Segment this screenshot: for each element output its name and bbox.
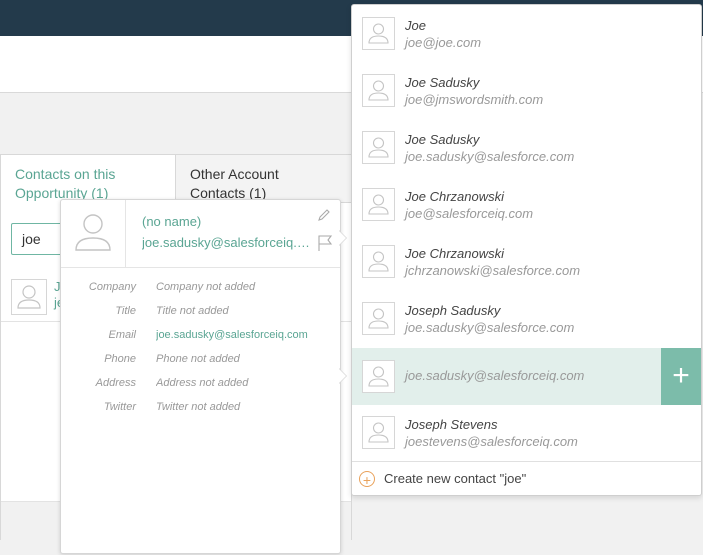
create-contact-label: Create new contact "joe" xyxy=(384,471,527,486)
person-icon xyxy=(17,285,41,309)
field-label-email: Email xyxy=(108,329,136,341)
popover-arrow-fill xyxy=(339,231,346,245)
suggestion-email: joestevens@salesforceiq.com xyxy=(405,434,578,449)
suggestion-name: Joe Sadusky xyxy=(405,132,480,147)
suggestion-name: Joe Chrzanowski xyxy=(405,189,504,204)
suggestion-name: Joe Sadusky xyxy=(405,75,480,90)
person-icon xyxy=(75,214,111,251)
suggestion-email: joe.sadusky@salesforce.com xyxy=(405,149,575,164)
suggestion-email: joe.sadusky@salesforceiq.com xyxy=(405,368,585,383)
field-label-address: Address xyxy=(95,377,136,389)
popover-arrow-fill xyxy=(339,369,346,383)
contact-name[interactable]: (no name) xyxy=(142,214,201,229)
suggestion-item[interactable]: Joseph Stevens joestevens@salesforceiq.c… xyxy=(352,404,701,461)
contact-avatar xyxy=(11,279,47,315)
person-icon xyxy=(362,131,395,164)
person-icon xyxy=(362,17,395,50)
person-icon xyxy=(362,302,395,335)
field-label-title: Title xyxy=(115,305,136,317)
plus-icon: + xyxy=(359,471,375,488)
field-label-twitter: Twitter xyxy=(103,401,136,413)
person-icon xyxy=(362,245,395,278)
field-value-email[interactable]: joe.sadusky@salesforceiq.com xyxy=(156,329,331,341)
suggestion-email: joe@salesforceiq.com xyxy=(405,206,534,221)
suggestion-name: Joseph Stevens xyxy=(405,417,498,432)
suggestion-email: joe@jmswordsmith.com xyxy=(405,92,544,107)
contact-suggestions-dropdown: Joe joe@joe.com Joe Sadusky joe@jmswords… xyxy=(351,4,702,496)
suggestion-name: Joe Chrzanowski xyxy=(405,246,504,261)
suggestion-item[interactable]: Joe Chrzanowski joe@salesforceiq.com xyxy=(352,176,701,233)
suggestion-email: jchrzanowski@salesforce.com xyxy=(405,263,581,278)
suggestion-name: Joseph Sadusky xyxy=(405,303,501,318)
tab-other-account-contacts[interactable]: Other Account Contacts (1) xyxy=(175,155,351,203)
contact-popover-card: (no name) joe.sadusky@salesforceiq.com C… xyxy=(60,199,341,554)
create-contact-option[interactable]: + Create new contact "joe" xyxy=(352,461,701,495)
contact-email[interactable]: joe.sadusky@salesforceiq.com xyxy=(142,235,312,250)
suggestion-item[interactable]: Joe Sadusky joe.sadusky@salesforce.com xyxy=(352,119,701,176)
suggestion-email: joe.sadusky@salesforce.com xyxy=(405,320,575,335)
field-label-company: Company xyxy=(88,281,136,293)
card-avatar xyxy=(61,200,126,267)
suggestion-email: joe@joe.com xyxy=(405,35,482,50)
add-contact-button[interactable]: + xyxy=(661,348,701,405)
pencil-icon[interactable] xyxy=(317,208,331,227)
person-icon xyxy=(362,360,395,393)
person-icon xyxy=(362,74,395,107)
tab-contacts-on-opportunity[interactable]: Contacts on this Opportunity (1) xyxy=(1,155,175,203)
field-value-company[interactable]: Company not added xyxy=(156,281,331,293)
field-value-phone[interactable]: Phone not added xyxy=(156,353,331,365)
suggestion-name: Joe xyxy=(405,18,426,33)
person-icon xyxy=(362,188,395,221)
card-header: (no name) joe.sadusky@salesforceiq.com xyxy=(61,200,340,268)
suggestion-item[interactable]: Joe Chrzanowski jchrzanowski@salesforce.… xyxy=(352,233,701,290)
field-value-twitter[interactable]: Twitter not added xyxy=(156,401,331,413)
suggestion-item[interactable]: Joseph Sadusky joe.sadusky@salesforce.co… xyxy=(352,290,701,347)
suggestion-item[interactable]: Joe Sadusky joe@jmswordsmith.com xyxy=(352,62,701,119)
field-value-address[interactable]: Address not added xyxy=(156,377,331,389)
field-label-phone: Phone xyxy=(104,353,136,365)
suggestion-item[interactable]: Joe joe@joe.com xyxy=(352,5,701,62)
flag-icon[interactable] xyxy=(316,234,334,257)
suggestion-item-active[interactable]: joe.sadusky@salesforceiq.com + xyxy=(352,348,701,405)
field-value-title[interactable]: Title not added xyxy=(156,305,331,317)
person-icon xyxy=(362,416,395,449)
